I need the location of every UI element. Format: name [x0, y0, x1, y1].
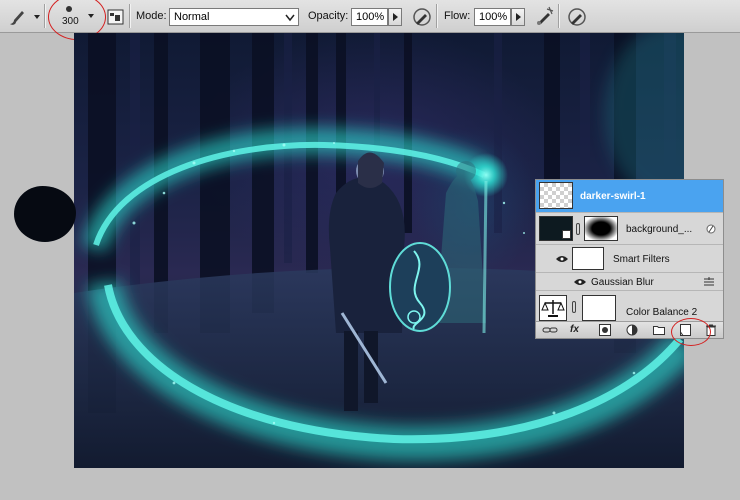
- scale-icon: [541, 300, 565, 317]
- layer-name: Smart Filters: [613, 254, 670, 265]
- brush-tool-icon[interactable]: [6, 6, 28, 28]
- layer-mask-thumbnail: [582, 295, 616, 321]
- layer-row[interactable]: Smart Filters: [536, 245, 723, 273]
- layer-name: background_...: [626, 224, 693, 235]
- layer-name: Gaussian Blur: [591, 277, 654, 288]
- mode-label: Mode:: [136, 10, 167, 22]
- filter-blending-options-icon[interactable]: [703, 277, 715, 287]
- mode-select[interactable]: Normal: [169, 8, 299, 26]
- adjustment-layer-icon: [539, 295, 567, 321]
- opacity-value: 100%: [356, 11, 385, 23]
- opacity-label: Opacity:: [308, 10, 349, 22]
- chevron-down-icon: [285, 14, 295, 22]
- link-chain-icon: [576, 223, 580, 235]
- layer-thumbnail: [539, 182, 573, 209]
- opacity-input[interactable]: 100%: [351, 8, 388, 26]
- smart-filter-options-icon[interactable]: [705, 223, 717, 235]
- link-chain-icon: [572, 301, 576, 313]
- add-mask-icon[interactable]: [599, 324, 611, 336]
- layer-row[interactable]: background_...: [536, 213, 723, 245]
- opacity-slider-button[interactable]: [388, 8, 402, 26]
- adjustment-layer-icon[interactable]: [626, 324, 638, 336]
- layer-row[interactable]: Gaussian Blur: [536, 273, 723, 291]
- layer-row[interactable]: darker-swirl-1: [536, 180, 723, 213]
- layer-name: darker-swirl-1: [580, 191, 646, 202]
- brush-cursor: [14, 186, 76, 242]
- mode-value: Normal: [174, 11, 210, 23]
- layer-name: Color Balance 2: [626, 307, 698, 318]
- pressure-size-icon[interactable]: [566, 6, 588, 28]
- separator: [129, 4, 130, 28]
- layer-style-icon[interactable]: fx: [570, 324, 579, 335]
- annotation-circle: [671, 318, 711, 346]
- flow-value: 100%: [479, 11, 508, 23]
- tool-preset-dropdown-icon[interactable]: [34, 15, 40, 19]
- pressure-opacity-icon[interactable]: [411, 6, 433, 28]
- airbrush-icon[interactable]: [533, 6, 555, 28]
- flow-label: Flow:: [444, 10, 471, 22]
- separator: [436, 4, 437, 28]
- layer-row[interactable]: Color Balance 2: [536, 291, 723, 321]
- brush-panel-toggle-icon[interactable]: [105, 6, 127, 28]
- flow-input[interactable]: 100%: [474, 8, 511, 26]
- smart-object-icon: [562, 230, 571, 239]
- filter-mask-thumbnail: [572, 247, 604, 270]
- separator: [44, 4, 45, 28]
- eye-icon[interactable]: [574, 278, 586, 286]
- options-bar: 300 Mode: Normal Opacity: 100% Flow: 100…: [0, 0, 740, 33]
- folder-icon[interactable]: [653, 325, 665, 335]
- layer-mask-thumbnail: [584, 216, 618, 241]
- layers-panel: darker-swirl-1 background_... Smart Filt…: [535, 179, 724, 339]
- link-layers-icon[interactable]: [542, 325, 558, 335]
- separator: [558, 4, 559, 28]
- eye-icon[interactable]: [556, 255, 568, 263]
- flow-slider-button[interactable]: [511, 8, 525, 26]
